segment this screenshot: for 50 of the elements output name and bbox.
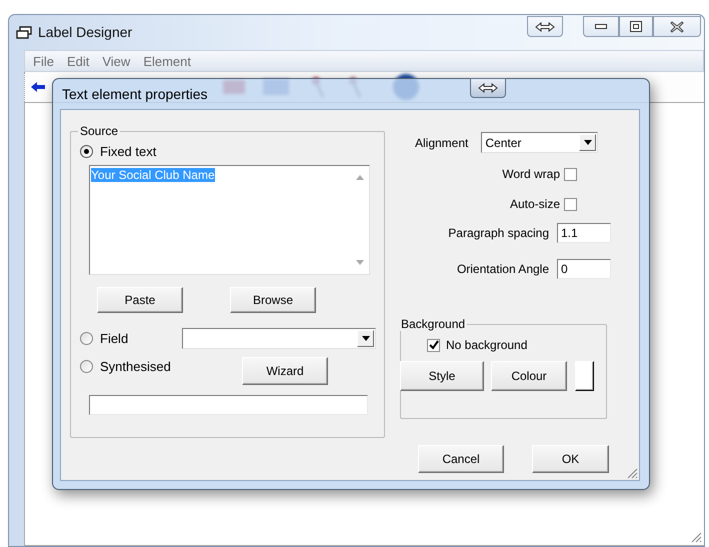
menu-item[interactable]: Element <box>143 54 192 68</box>
resize-grip-icon[interactable] <box>690 531 702 543</box>
orientation-angle-field[interactable]: 0 <box>557 259 611 279</box>
field-label: Paragraph spacing <box>448 226 549 240</box>
checkbox[interactable]: Word wrap <box>502 167 577 181</box>
swap-button[interactable] <box>470 78 506 98</box>
ok-button[interactable]: OK <box>532 445 609 473</box>
maximize-button[interactable] <box>619 16 653 37</box>
menu-item[interactable]: Edit <box>66 54 90 68</box>
synthesised-field[interactable] <box>89 395 368 415</box>
back-arrow-icon[interactable] <box>31 81 45 93</box>
cancel-button[interactable]: Cancel <box>418 445 504 473</box>
wizard-button[interactable]: Wizard <box>242 357 328 385</box>
resize-grip-icon[interactable] <box>626 467 638 479</box>
radio-button[interactable] <box>80 145 93 158</box>
close-icon <box>670 20 684 32</box>
radio-label: Field <box>100 331 128 346</box>
style-button[interactable]: Style <box>400 361 484 391</box>
group-label: Source <box>79 124 120 138</box>
app-icon <box>16 26 32 38</box>
field-label: Orientation Angle <box>456 262 549 276</box>
dialog-title: Text element properties <box>62 86 208 102</box>
radio-label: Synthesised <box>100 359 171 374</box>
alignment-label: Alignment <box>415 136 468 150</box>
colour-button[interactable]: Colour <box>491 361 567 391</box>
checkmark-icon <box>428 340 438 350</box>
colour-swatch[interactable] <box>575 361 594 391</box>
field-dropdown[interactable] <box>182 328 376 349</box>
browse-button[interactable]: Browse <box>230 287 316 313</box>
checkbox[interactable]: No background <box>427 338 606 352</box>
close-button[interactable] <box>653 16 701 37</box>
minimize-button[interactable] <box>583 16 619 37</box>
swap-button[interactable] <box>527 16 563 37</box>
minimize-icon <box>595 24 607 30</box>
menu-item[interactable]: File <box>33 54 54 68</box>
dropdown-arrow-icon <box>362 336 370 341</box>
paragraph-spacing-field[interactable]: 1.1 <box>557 223 611 243</box>
paste-button[interactable]: Paste <box>97 287 183 313</box>
double-arrow-icon <box>478 83 498 93</box>
menu-item[interactable]: View <box>102 54 130 68</box>
dropdown-arrow-icon <box>584 140 592 145</box>
radio-button[interactable] <box>80 332 93 345</box>
checkbox[interactable]: Auto-size <box>510 197 577 211</box>
alignment-dropdown[interactable]: Center <box>481 132 598 153</box>
group-label: Background <box>400 317 466 331</box>
radio-button[interactable] <box>80 360 93 373</box>
window-title: Label Designer <box>38 24 132 40</box>
double-arrow-icon <box>535 22 555 32</box>
maximize-icon <box>630 21 642 32</box>
radio-label: Fixed text <box>100 144 156 159</box>
